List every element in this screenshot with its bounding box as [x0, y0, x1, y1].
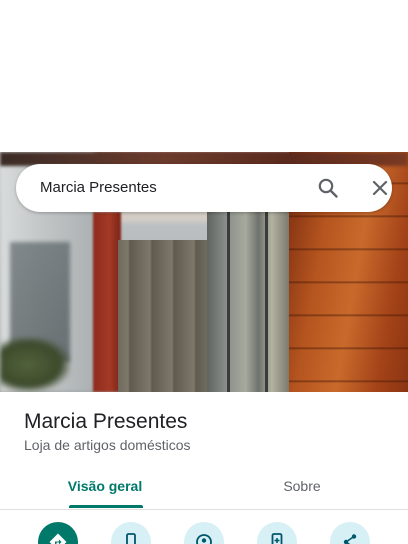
- tab-overview[interactable]: Visão geral: [40, 466, 170, 510]
- divider: [0, 509, 408, 510]
- place-title: Marcia Presentes: [24, 410, 188, 433]
- directions-button[interactable]: [38, 522, 78, 544]
- place-category[interactable]: Loja de artigos domésticos: [24, 437, 191, 453]
- action-buttons: [0, 522, 408, 544]
- call-button[interactable]: [111, 522, 151, 544]
- share-button[interactable]: [330, 522, 370, 544]
- place-page: Marcia Presentes Marcia Presentes Loja d…: [0, 0, 408, 544]
- tab-bar: Visão geral Sobre: [0, 466, 408, 510]
- tab-selected-indicator: [69, 505, 143, 508]
- phone-icon: [126, 533, 136, 544]
- send-to-phone-button[interactable]: [257, 522, 297, 544]
- share-icon: [343, 534, 357, 544]
- location-icon: [196, 534, 212, 544]
- search-icon[interactable]: [316, 176, 340, 200]
- tab-about[interactable]: Sobre: [237, 466, 367, 510]
- directions-icon: [49, 533, 67, 544]
- search-bar[interactable]: Marcia Presentes: [16, 164, 392, 212]
- location-button[interactable]: [184, 522, 224, 544]
- search-input[interactable]: Marcia Presentes: [40, 164, 157, 212]
- close-icon[interactable]: [368, 176, 392, 200]
- add-to-phone-icon: [271, 533, 283, 544]
